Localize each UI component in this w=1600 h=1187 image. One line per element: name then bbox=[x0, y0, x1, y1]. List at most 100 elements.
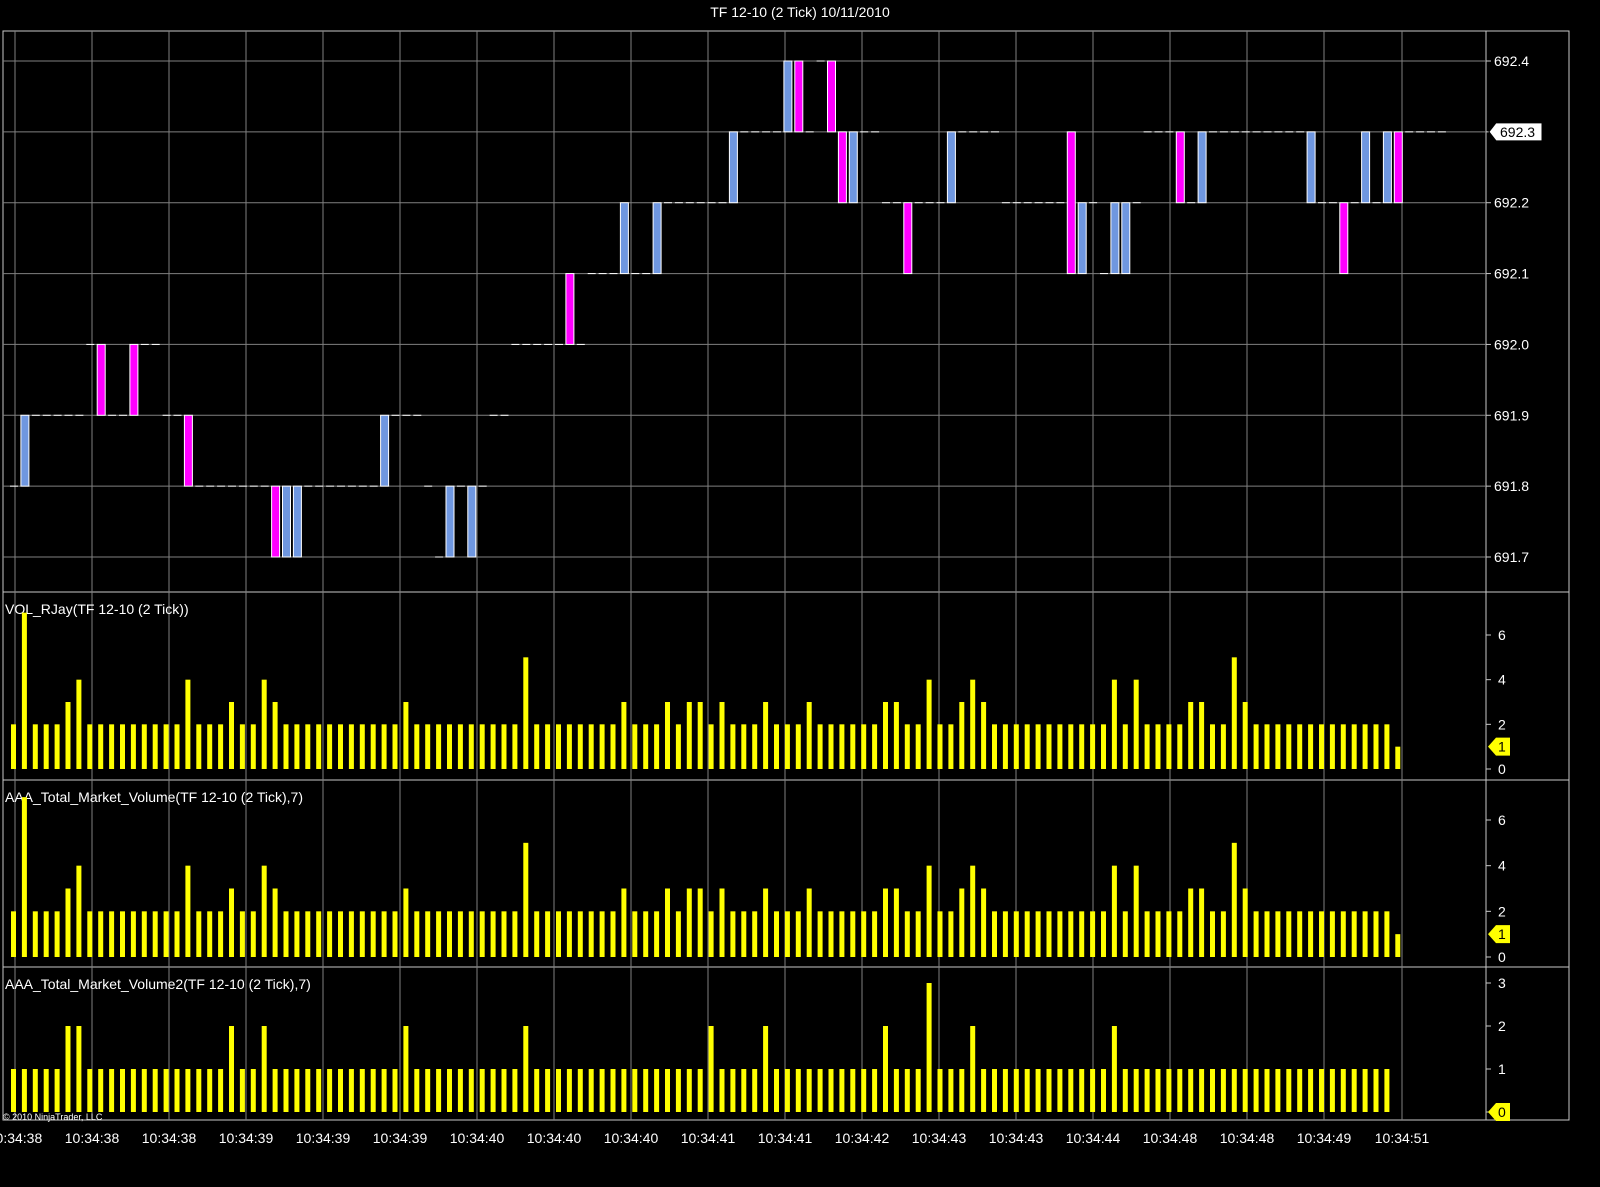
up-bar bbox=[1306, 131, 1316, 204]
volume-bar bbox=[806, 888, 812, 957]
volume-bar bbox=[174, 911, 180, 957]
chart-canvas[interactable]: 10:34:38 10:34:38 10:34:38 10:34:39 10:34:39… bbox=[0, 0, 1600, 1187]
volume-bar bbox=[174, 724, 180, 769]
volume-bar bbox=[109, 911, 115, 957]
volume-bar bbox=[436, 911, 442, 957]
volume-bar bbox=[632, 724, 638, 769]
volume-bar bbox=[784, 1069, 790, 1112]
volume-bar bbox=[774, 724, 779, 769]
volume-bar bbox=[817, 724, 823, 769]
time-tick-label: 10:34:39 bbox=[373, 1130, 428, 1146]
volume-bar bbox=[11, 911, 16, 957]
volume-bar bbox=[457, 1069, 463, 1112]
volume-bar bbox=[207, 911, 213, 957]
volume-bar bbox=[381, 724, 387, 769]
volume-bar bbox=[43, 724, 49, 769]
volume-bar bbox=[1275, 724, 1281, 769]
volume-bar bbox=[1122, 724, 1128, 769]
volume-bar bbox=[566, 1069, 572, 1112]
volume-bar bbox=[381, 911, 387, 957]
volume-bar bbox=[1373, 1069, 1379, 1112]
volume-bar bbox=[316, 724, 322, 769]
up-bar bbox=[728, 131, 738, 204]
volume-bar bbox=[1111, 865, 1117, 957]
volume-bar bbox=[239, 1069, 245, 1112]
volume-bar bbox=[730, 911, 736, 957]
volume-bar bbox=[1308, 1069, 1314, 1112]
volume-bar bbox=[490, 1069, 496, 1112]
volume-bar bbox=[196, 911, 202, 957]
up-bar bbox=[1110, 202, 1120, 275]
volume-bar bbox=[915, 724, 921, 769]
volume-bar bbox=[883, 1026, 888, 1112]
down-bar bbox=[1175, 131, 1185, 204]
volume-bar bbox=[1188, 702, 1194, 769]
time-tick-label: 10:34:39 bbox=[296, 1130, 351, 1146]
volume-bar bbox=[893, 1069, 899, 1112]
volume-bar bbox=[774, 1069, 779, 1112]
volume-bar bbox=[1024, 1069, 1030, 1112]
volume-bar bbox=[926, 679, 932, 769]
volume-bar bbox=[981, 702, 987, 769]
volume-bar bbox=[185, 679, 191, 769]
volume-bar bbox=[1373, 724, 1379, 769]
volume-bar bbox=[828, 1069, 834, 1112]
volume-bar bbox=[1253, 724, 1259, 769]
volume-bar bbox=[817, 1069, 823, 1112]
up-bar bbox=[1361, 131, 1371, 204]
volume-bar bbox=[1297, 1069, 1303, 1112]
volume-bar bbox=[534, 911, 540, 957]
volume-bar bbox=[643, 724, 649, 769]
volume-bar bbox=[1111, 1026, 1117, 1112]
up-bar bbox=[1077, 202, 1087, 275]
volume-bar bbox=[1101, 724, 1106, 769]
volume-bar bbox=[1155, 1069, 1161, 1112]
volume-bar bbox=[752, 724, 758, 769]
volume-bar bbox=[1144, 724, 1150, 769]
volume-bar bbox=[392, 1069, 398, 1112]
volume-bar bbox=[1231, 657, 1237, 769]
volume-bar bbox=[675, 911, 681, 957]
time-tick-label: 10:34:41 bbox=[758, 1130, 813, 1146]
up-bar bbox=[292, 485, 302, 558]
volume-bar bbox=[1373, 911, 1379, 957]
up-bar bbox=[1382, 131, 1392, 204]
volume-bar bbox=[1220, 1069, 1226, 1112]
volume-bar bbox=[21, 797, 27, 957]
up-bar bbox=[20, 414, 30, 487]
up-bar bbox=[1197, 131, 1207, 204]
volume-bar bbox=[1101, 1069, 1106, 1112]
volume-bar bbox=[1384, 724, 1390, 769]
volume-bar bbox=[1286, 1069, 1292, 1112]
volume-bar bbox=[152, 724, 158, 769]
volume-bar bbox=[861, 911, 867, 957]
volume-bar bbox=[87, 1069, 93, 1112]
down-bar bbox=[1393, 131, 1403, 204]
volume-bar bbox=[272, 888, 278, 957]
volume-bar bbox=[403, 1026, 409, 1112]
volume-bar bbox=[1068, 1069, 1074, 1112]
volume-bar bbox=[1035, 1069, 1041, 1112]
volume-bar bbox=[239, 911, 245, 957]
volume-bar bbox=[992, 911, 997, 957]
volume-bar bbox=[523, 842, 529, 957]
volume-bar bbox=[621, 888, 627, 957]
volume-bar bbox=[1319, 911, 1324, 957]
down-bar bbox=[271, 485, 281, 558]
down-bar bbox=[794, 60, 804, 133]
volume-tick-label: 2 bbox=[1498, 1018, 1506, 1034]
volume-bar bbox=[545, 911, 551, 957]
volume-bar bbox=[1024, 911, 1030, 957]
volume-bar bbox=[850, 1069, 856, 1112]
volume-bar bbox=[229, 888, 234, 957]
volume-bar bbox=[130, 724, 136, 769]
volume-bar bbox=[697, 888, 703, 957]
volume-bar bbox=[534, 724, 540, 769]
volume-bar bbox=[730, 724, 736, 769]
volume-bar bbox=[316, 911, 322, 957]
volume-bar bbox=[185, 865, 191, 957]
volume-bar bbox=[1275, 911, 1281, 957]
volume-bar bbox=[65, 1026, 71, 1112]
price-tick-label: 692.1 bbox=[1494, 266, 1529, 282]
volume-bar bbox=[763, 888, 769, 957]
